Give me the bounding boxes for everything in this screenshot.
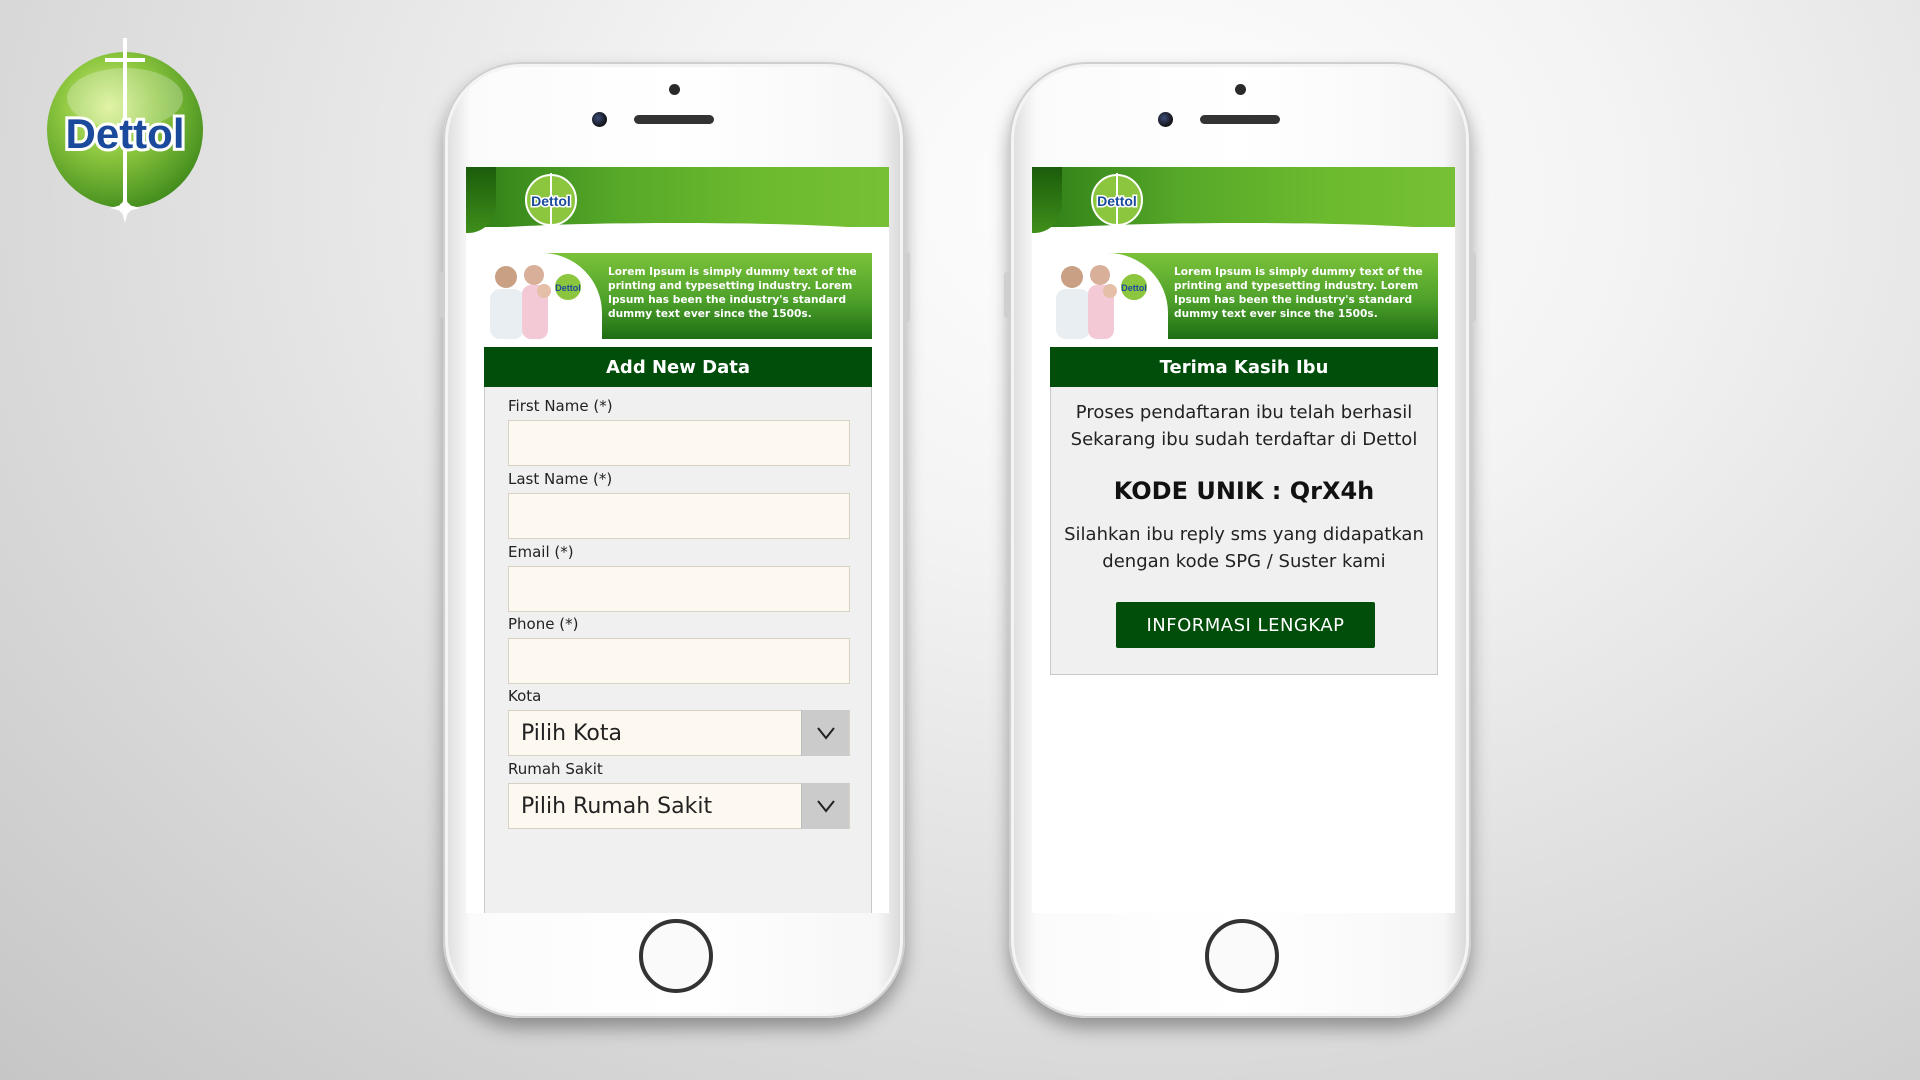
phone-sensor — [669, 84, 680, 95]
family-photo: Dettol — [484, 253, 602, 339]
svg-text:Dettol: Dettol — [555, 283, 581, 293]
first-name-label: First Name (*) — [508, 397, 613, 415]
email-label: Email (*) — [508, 543, 574, 561]
registration-form: First Name (*) Last Name (*) Email (*) P… — [484, 387, 872, 913]
svg-text:Dettol: Dettol — [1121, 283, 1147, 293]
first-name-field[interactable] — [508, 420, 850, 466]
rumah-sakit-select-value: Pilih Rumah Sakit — [521, 793, 713, 819]
dettol-header-logo[interactable]: Dettol — [1090, 173, 1144, 235]
family-photo: Dettol — [1050, 253, 1168, 339]
phone-mockup-confirmation: Dettol Dettol Lorem Ipsum is simply dumm… — [1004, 62, 1476, 1018]
phone-camera — [592, 112, 607, 127]
email-field[interactable] — [508, 566, 850, 612]
banner-text: Lorem Ipsum is simply dummy text of the … — [608, 266, 857, 320]
instruction-line-2: dengan kode SPG / Suster kami — [1102, 551, 1386, 572]
svg-text:Dettol: Dettol — [1097, 193, 1137, 209]
svg-text:Dettol: Dettol — [66, 110, 185, 157]
last-name-label: Last Name (*) — [508, 470, 613, 488]
phone-field[interactable] — [508, 638, 850, 684]
svg-text:Dettol: Dettol — [531, 193, 571, 209]
phone-label: Phone (*) — [508, 615, 579, 633]
chevron-down-icon[interactable] — [801, 783, 849, 829]
rumah-sakit-label: Rumah Sakit — [508, 760, 603, 778]
dettol-header-logo[interactable]: Dettol — [524, 173, 578, 235]
confirmation-panel: Proses pendaftaran ibu telah berhasil Se… — [1050, 387, 1438, 675]
confirmation-title: Terima Kasih Ibu — [1050, 347, 1438, 387]
promo-banner: Dettol Lorem Ipsum is simply dummy text … — [1050, 253, 1438, 339]
phone-mockup-form: Dettol Dettol Lorem Ipsum is simply dumm… — [438, 62, 910, 1018]
unique-code: KODE UNIK : QrX4h — [1113, 477, 1375, 505]
kota-select[interactable]: Pilih Kota — [508, 710, 850, 756]
phone-screen: Dettol Dettol Lorem Ipsum is simply dumm… — [1032, 167, 1455, 913]
phone-speaker — [1200, 115, 1280, 124]
dettol-brand-logo: Dettol Dettol — [45, 38, 205, 238]
kota-label: Kota — [508, 687, 542, 705]
promo-banner: Dettol Lorem Ipsum is simply dummy text … — [484, 253, 872, 339]
last-name-field[interactable] — [508, 493, 850, 539]
rumah-sakit-select[interactable]: Pilih Rumah Sakit — [508, 783, 850, 829]
phone-screen: Dettol Dettol Lorem Ipsum is simply dumm… — [466, 167, 889, 913]
phone-camera — [1158, 112, 1173, 127]
informasi-lengkap-button[interactable]: INFORMASI LENGKAP — [1116, 602, 1375, 648]
form-title: Add New Data — [484, 347, 872, 387]
home-button[interactable] — [639, 919, 713, 993]
instruction-line-1: Silahkan ibu reply sms yang didapatkan — [1064, 524, 1424, 545]
chevron-down-icon[interactable] — [801, 710, 849, 756]
success-message-line-2: Sekarang ibu sudah terdaftar di Dettol — [1070, 429, 1418, 450]
phone-sensor — [1235, 84, 1246, 95]
banner-text: Lorem Ipsum is simply dummy text of the … — [1174, 266, 1423, 320]
kota-select-value: Pilih Kota — [521, 720, 622, 746]
success-message-line-1: Proses pendaftaran ibu telah berhasil — [1075, 402, 1413, 423]
phone-speaker — [634, 115, 714, 124]
home-button[interactable] — [1205, 919, 1279, 993]
